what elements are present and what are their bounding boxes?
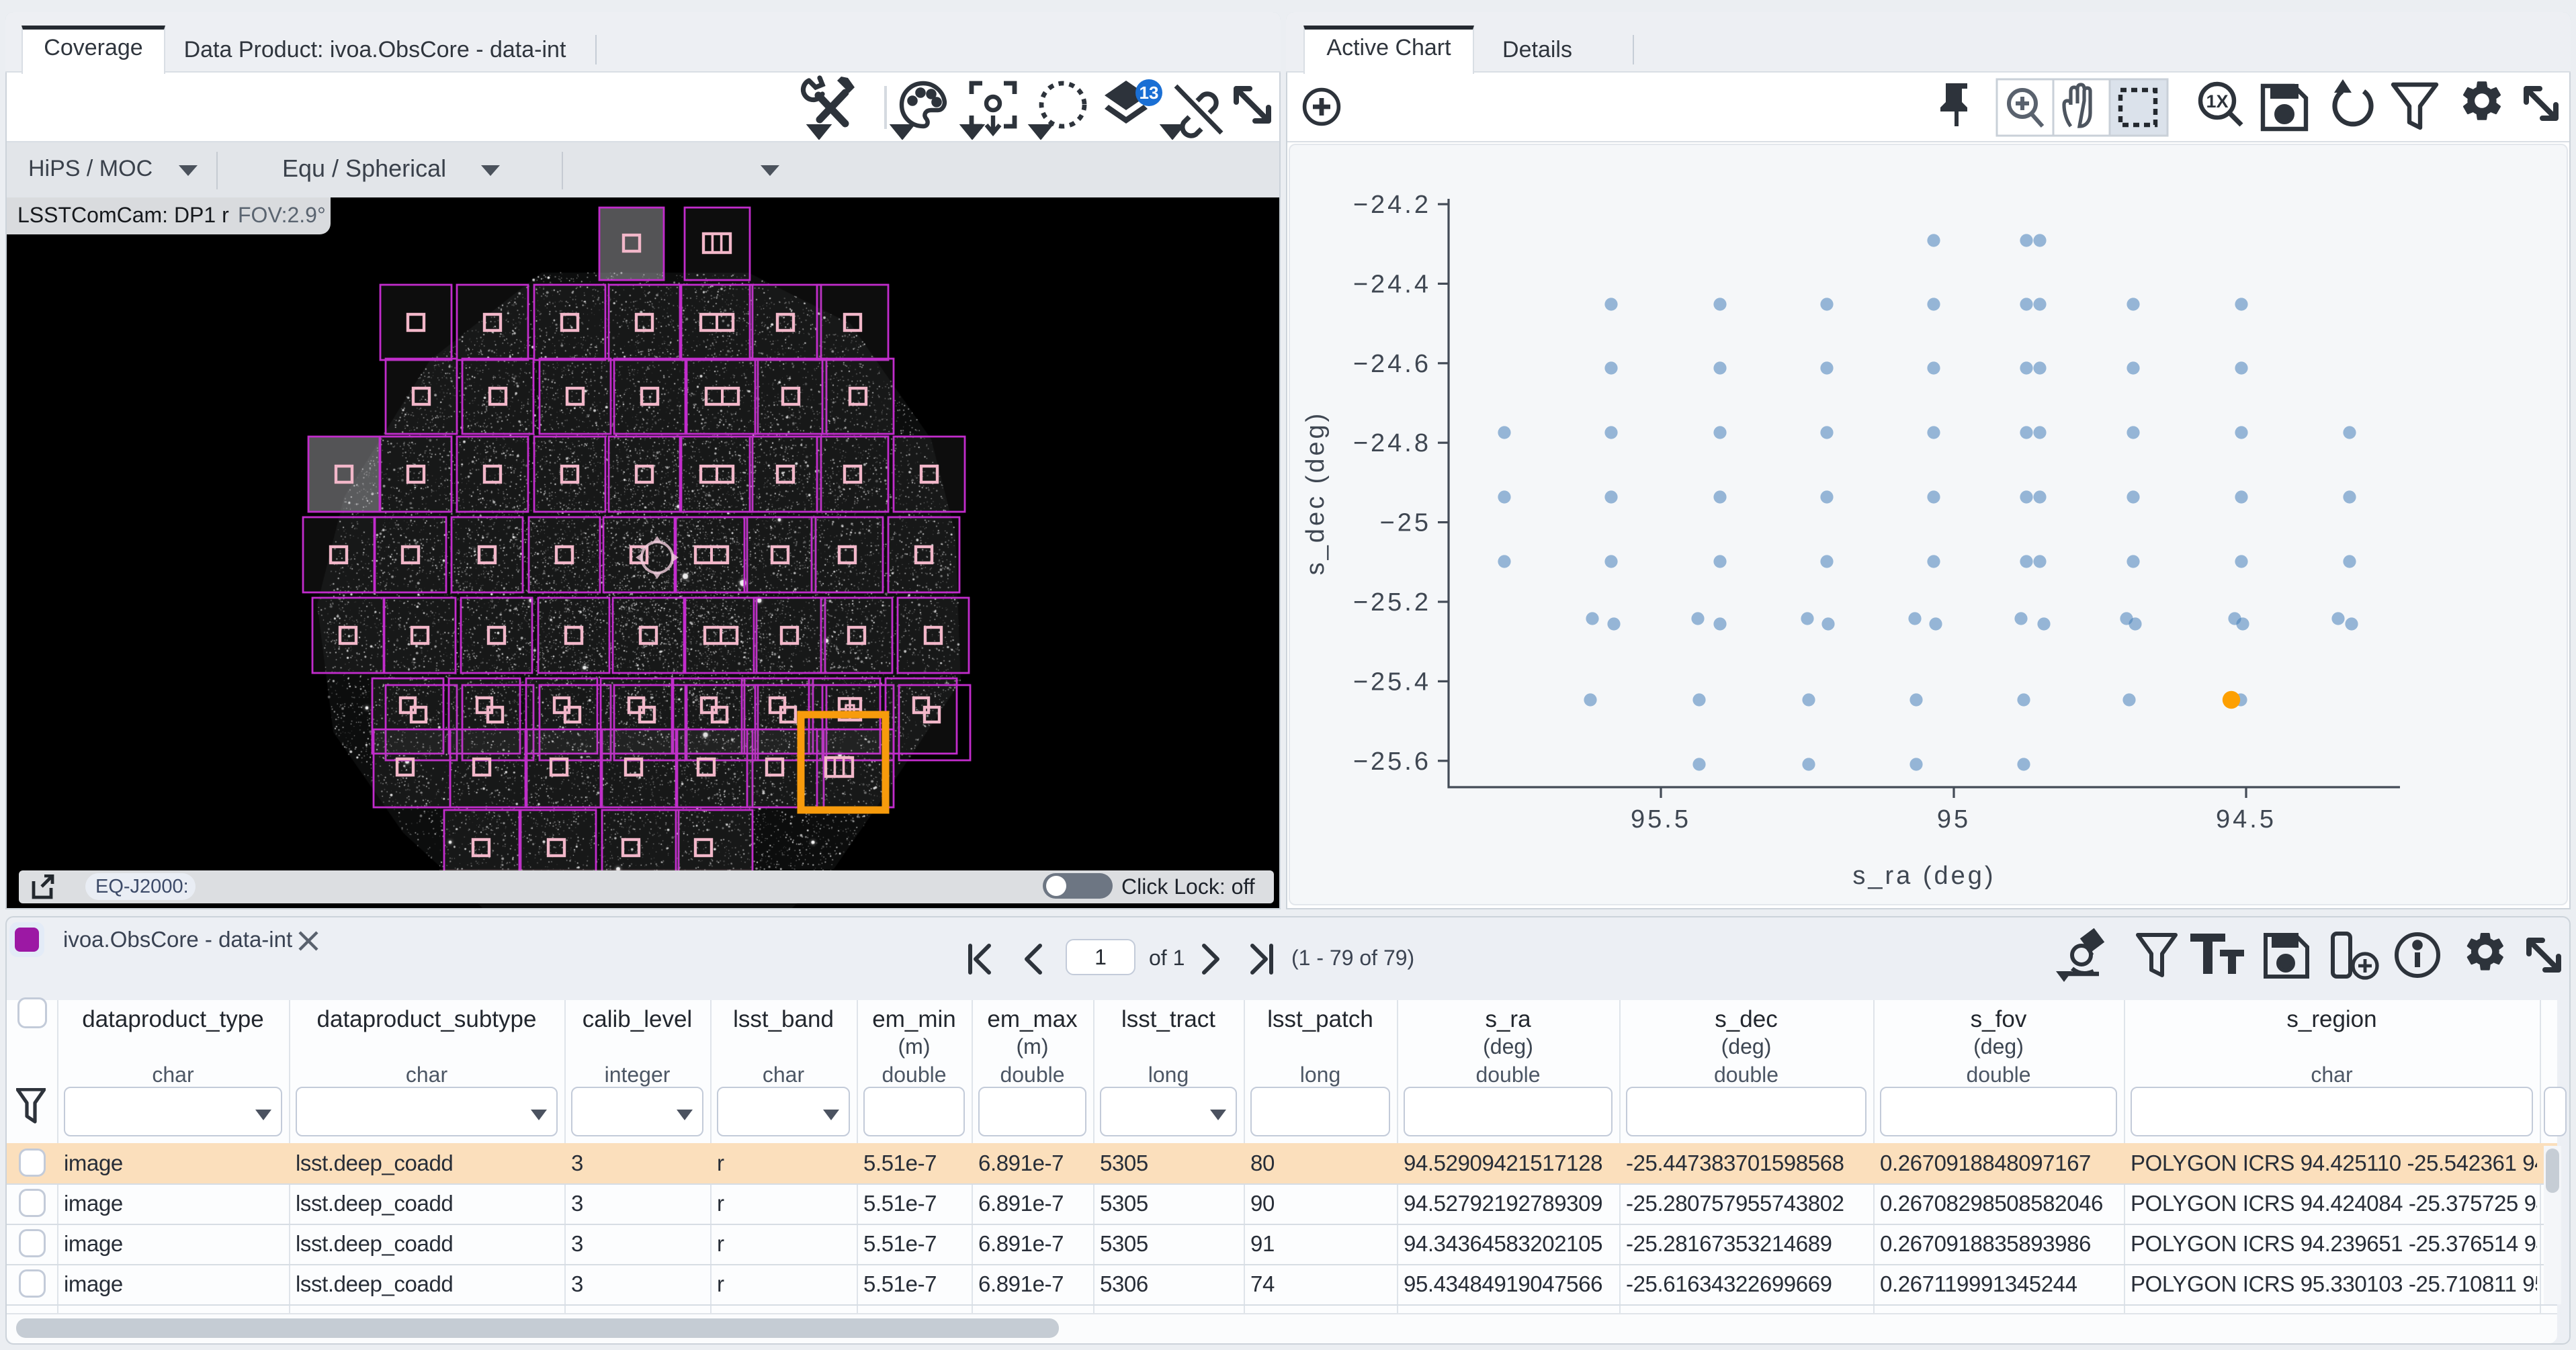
- svg-text:1X: 1X: [2206, 91, 2228, 111]
- svg-text:s_dec (deg): s_dec (deg): [1301, 411, 1330, 576]
- svg-text:−24.2: −24.2: [1353, 191, 1431, 219]
- svg-text:95.5: 95.5: [1631, 805, 1691, 834]
- svg-text:13: 13: [1140, 83, 1159, 103]
- svg-text:s_ra (deg): s_ra (deg): [1852, 862, 1995, 890]
- svg-text:−25: −25: [1380, 509, 1431, 537]
- svg-text:−24.6: −24.6: [1353, 350, 1431, 378]
- svg-text:−25.4: −25.4: [1353, 668, 1431, 696]
- svg-text:−25.2: −25.2: [1353, 588, 1431, 617]
- svg-text:−24.4: −24.4: [1353, 270, 1431, 298]
- svg-text:−24.8: −24.8: [1353, 429, 1431, 457]
- svg-text:−25.6: −25.6: [1353, 748, 1431, 776]
- svg-text:95: 95: [1937, 805, 1971, 834]
- svg-text:94.5: 94.5: [2216, 805, 2276, 834]
